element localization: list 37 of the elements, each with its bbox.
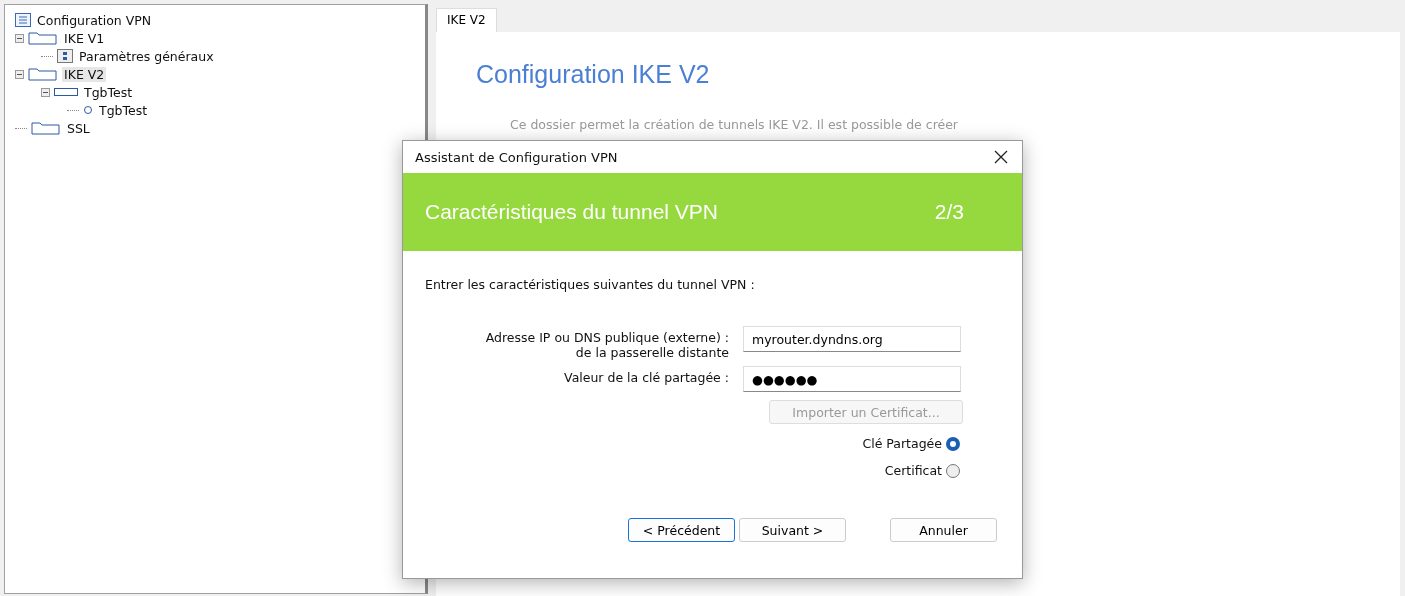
radio-button[interactable] (946, 436, 960, 451)
intro-text: Entrer les caractéristiques suivantes du tunnel VPN : (425, 277, 756, 292)
page-title: Configuration IKE V2 (476, 60, 711, 89)
tree-item[interactable]: IKE V2 (62, 66, 107, 82)
rectangle-icon (54, 87, 78, 97)
step-title: Caractéristiques du tunnel VPN (425, 200, 718, 224)
collapse-toggle[interactable] (41, 87, 50, 97)
tree-item[interactable]: Paramètres généraux (77, 48, 216, 64)
list-icon (15, 13, 31, 27)
field-label: Valeur de la clé partagée : (563, 369, 729, 385)
collapse-toggle[interactable] (15, 33, 24, 43)
tab[interactable]: IKE V2 (436, 8, 497, 32)
radio-label: Certificat (884, 463, 942, 478)
radio-label: Clé Partagée (862, 436, 942, 451)
input-field[interactable]: ●●●●●● (743, 366, 961, 392)
collapse-toggle[interactable] (15, 69, 24, 79)
field-label: Adresse IP ou DNS publique (externe) : de la passerelle distante (484, 329, 729, 360)
tree-item[interactable]: TgbTest (82, 84, 135, 100)
radio-button[interactable] (946, 463, 960, 478)
circle-icon (83, 105, 93, 115)
close-button[interactable] (992, 148, 1010, 166)
folder-icon (31, 121, 61, 135)
page-description: Ce dossier permet la création de tunnels IKE V2. Il est possible de créer (510, 117, 959, 132)
folder-icon (28, 31, 58, 45)
wizard-button[interactable]: < Précédent (628, 518, 735, 542)
wizard-button[interactable]: Suivant > (739, 518, 846, 542)
input-field[interactable]: myrouter.dyndns.org (743, 326, 961, 352)
step-counter: 2/3 (934, 200, 964, 224)
tree-item[interactable]: Configuration VPN (35, 12, 154, 28)
tree-item[interactable]: SSL (65, 120, 92, 136)
tree-item[interactable]: TgbTest (97, 102, 150, 118)
tree-item[interactable]: IKE V1 (62, 30, 107, 46)
wizard-button[interactable]: Annuler (890, 518, 997, 542)
settings-icon (57, 49, 73, 63)
close-icon (994, 150, 1008, 164)
folder-icon (28, 67, 58, 81)
dialog-title: Assistant de Configuration VPN (415, 149, 618, 165)
